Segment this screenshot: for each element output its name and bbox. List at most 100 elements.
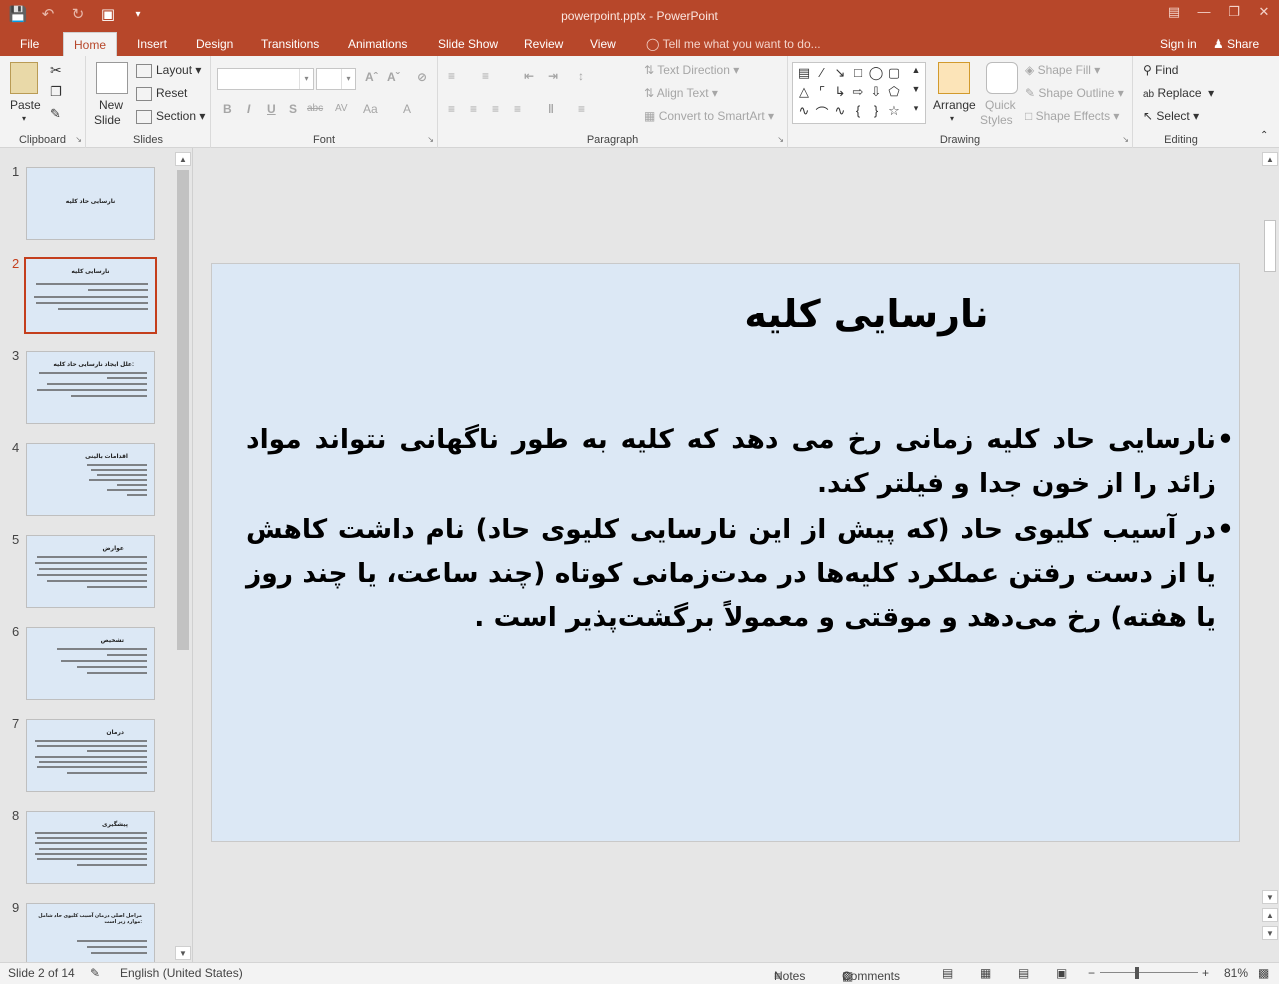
slide-thumbnail-2[interactable]: نارسایی کلیه xyxy=(24,257,157,334)
shape-fill-button[interactable]: ◈ Shape Fill ▾ xyxy=(1025,63,1100,77)
font-size-combo[interactable]: ▾ xyxy=(316,68,356,90)
paste-button[interactable]: Paste xyxy=(10,98,41,112)
tab-animations[interactable]: Animations xyxy=(338,32,417,56)
right-arrow-shape-icon[interactable]: ⇨ xyxy=(849,84,867,100)
tab-file[interactable]: File xyxy=(10,32,49,56)
pentagon-shape-icon[interactable]: ⬠ xyxy=(885,84,903,100)
rounded-rect-shape-icon[interactable]: ▢ xyxy=(885,65,903,81)
zoom-level[interactable]: 81% xyxy=(1224,966,1248,980)
star-shape-icon[interactable]: ☆ xyxy=(885,103,903,119)
gallery-up-icon[interactable]: ▲ xyxy=(907,65,925,75)
find-button[interactable]: ⚲ Find xyxy=(1143,63,1178,77)
tab-slide-show[interactable]: Slide Show xyxy=(428,32,508,56)
shadow-button[interactable]: S xyxy=(289,102,297,116)
quick-styles-label-1[interactable]: Quick xyxy=(985,98,1016,112)
previous-slide-icon[interactable]: ▲ xyxy=(1262,908,1278,922)
text-box-shape-icon[interactable]: ▤ xyxy=(795,65,813,81)
fit-to-window-icon[interactable]: ▩ xyxy=(1258,966,1269,980)
zoom-out-icon[interactable]: − xyxy=(1088,966,1095,980)
slide-thumbnail-7[interactable]: درمان xyxy=(26,719,155,792)
left-brace-shape-icon[interactable]: { xyxy=(849,103,867,118)
increase-font-icon[interactable]: Aˆ xyxy=(365,70,378,84)
slide-thumbnail-8[interactable]: پیشگیری xyxy=(26,811,155,884)
line-shape-icon[interactable]: ∕ xyxy=(813,65,831,80)
align-left-icon[interactable]: ≡ xyxy=(448,102,455,116)
down-arrow-shape-icon[interactable]: ⇩ xyxy=(867,84,885,100)
slide-sorter-icon[interactable]: ▦ xyxy=(980,966,991,980)
clear-formatting-icon[interactable]: ⊘ xyxy=(417,70,427,84)
decrease-indent-icon[interactable]: ⇤ xyxy=(524,69,534,83)
shape-effects-button[interactable]: □ Shape Effects ▾ xyxy=(1025,109,1119,123)
shapes-gallery[interactable]: ▤ ∕ ↘ □ ◯ ▢ △ ⌜ ↳ ⇨ ⇩ ⬠ ∿ ⌒ ∿ { } ☆ ▲ ▼ … xyxy=(792,62,926,124)
slide-thumbnail-4[interactable]: اقدامات بالینی xyxy=(26,443,155,516)
elbow-connector-shape-icon[interactable]: ⌜ xyxy=(813,84,831,100)
arrow-line-shape-icon[interactable]: ↘ xyxy=(831,65,849,81)
thumbnail-scrollbar[interactable]: ▲ ▼ xyxy=(175,152,191,960)
editor-scrollbar[interactable]: ▲ ▼ ▲ ▼ xyxy=(1262,152,1278,960)
next-slide-icon[interactable]: ▼ xyxy=(1262,926,1278,940)
align-right-icon[interactable]: ≡ xyxy=(492,102,499,116)
slide-title[interactable]: نارسایی کلیه xyxy=(212,292,1241,336)
curve-shape-icon[interactable]: ∿ xyxy=(795,103,813,119)
minimize-button[interactable]: — xyxy=(1189,0,1219,24)
increase-indent-icon[interactable]: ⇥ xyxy=(548,69,558,83)
share-button[interactable]: ♟ Share xyxy=(1213,32,1259,56)
rtl-direction-icon[interactable]: ≡ xyxy=(578,102,585,116)
tab-insert[interactable]: Insert xyxy=(127,32,177,56)
layout-button[interactable]: Layout ▾ xyxy=(136,63,201,78)
quick-styles-label-2[interactable]: Styles xyxy=(980,113,1013,127)
right-brace-shape-icon[interactable]: } xyxy=(867,103,885,118)
slide-body[interactable]: نارسایی حاد کلیه زمانی رخ می دهد که کلیه… xyxy=(246,418,1234,642)
strikethrough-button[interactable]: abc xyxy=(307,103,323,114)
reset-button[interactable]: Reset xyxy=(136,86,187,101)
align-text-button[interactable]: ⇅ Align Text ▾ xyxy=(644,86,718,100)
slide-thumbnail-5[interactable]: عوارض xyxy=(26,535,155,608)
zoom-slider-thumb[interactable] xyxy=(1135,967,1139,979)
justify-icon[interactable]: ≡ xyxy=(514,102,521,116)
scroll-up-icon[interactable]: ▲ xyxy=(175,152,191,166)
zoom-in-icon[interactable]: + xyxy=(1202,966,1209,980)
collapse-ribbon-icon[interactable]: ⌃ xyxy=(1260,130,1268,141)
convert-smartart-button[interactable]: ▦ Convert to SmartArt ▾ xyxy=(644,109,774,123)
decrease-font-icon[interactable]: Aˇ xyxy=(387,70,400,84)
format-painter-icon[interactable]: ✎ xyxy=(50,106,61,122)
copy-icon[interactable]: ❐ xyxy=(50,84,62,100)
scroll-down-icon[interactable]: ▼ xyxy=(1262,890,1278,904)
slide-thumbnail-9[interactable]: مراحل اصلی درمان آسیب کلیوی حاد شامل موا… xyxy=(26,903,155,963)
tab-design[interactable]: Design xyxy=(186,32,243,56)
tab-review[interactable]: Review xyxy=(514,32,573,56)
ribbon-display-options-icon[interactable]: ▤ xyxy=(1159,0,1189,24)
bold-button[interactable]: B xyxy=(223,102,232,116)
shape-outline-button[interactable]: ✎ Shape Outline ▾ xyxy=(1025,86,1124,100)
slide-thumbnail-1[interactable]: نارسایی حاد کلیه xyxy=(26,167,155,240)
new-slide-label-2[interactable]: Slide xyxy=(94,113,121,127)
sign-in-link[interactable]: Sign in xyxy=(1160,32,1197,56)
cut-icon[interactable]: ✂ xyxy=(50,62,62,79)
arc-shape-icon[interactable]: ⌒ xyxy=(813,103,831,122)
reading-view-icon[interactable]: ▤ xyxy=(1018,966,1029,980)
zoom-slider[interactable] xyxy=(1100,972,1198,973)
drawing-launcher-icon[interactable]: ↘ xyxy=(1122,135,1129,144)
elbow-arrow-shape-icon[interactable]: ↳ xyxy=(831,84,849,100)
triangle-shape-icon[interactable]: △ xyxy=(795,84,813,100)
freeform-shape-icon[interactable]: ∿ xyxy=(831,103,849,119)
slide-thumbnail-6[interactable]: تشخیص xyxy=(26,627,155,700)
text-direction-button[interactable]: ⇅ Text Direction ▾ xyxy=(644,63,739,77)
character-spacing-button[interactable]: AV xyxy=(335,103,348,114)
paste-dropdown-icon[interactable]: ▾ xyxy=(22,114,26,123)
italic-button[interactable]: I xyxy=(247,102,250,116)
slide-thumbnail-3[interactable]: علل ایجاد نارسایی حاد کلیه: xyxy=(26,351,155,424)
font-color-icon[interactable]: A xyxy=(403,102,411,116)
change-case-button[interactable]: Aa xyxy=(363,102,378,116)
slideshow-view-icon[interactable]: ▣ xyxy=(1056,966,1067,980)
clipboard-launcher-icon[interactable]: ↘ xyxy=(75,135,82,144)
rectangle-shape-icon[interactable]: □ xyxy=(849,65,867,80)
new-slide-label-1[interactable]: New xyxy=(99,98,123,112)
normal-view-icon[interactable]: ▤ xyxy=(942,966,953,980)
close-button[interactable]: ✕ xyxy=(1249,0,1279,24)
align-center-icon[interactable]: ≡ xyxy=(470,102,477,116)
tab-transitions[interactable]: Transitions xyxy=(251,32,329,56)
font-name-combo[interactable]: ▾ xyxy=(217,68,314,90)
scroll-up-icon[interactable]: ▲ xyxy=(1262,152,1278,166)
section-button[interactable]: Section ▾ xyxy=(136,109,205,124)
